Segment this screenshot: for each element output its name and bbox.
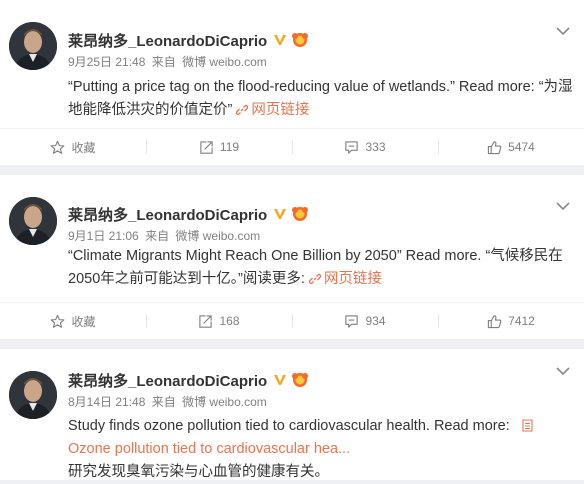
repost-count: 119 — [219, 140, 240, 154]
like-button[interactable]: 5474 — [438, 129, 584, 165]
post-text: “Putting a price tag on the flood-reduci… — [68, 76, 574, 122]
repost-button[interactable]: 119 — [146, 129, 292, 165]
member-badge-icon[interactable] — [291, 372, 309, 388]
repost-icon — [200, 140, 213, 154]
post-source[interactable]: 微博 weibo.com — [182, 55, 267, 69]
post-body-translation: 研究发现臭氧污染与心血管的健康有关。 — [68, 464, 329, 480]
comment-icon — [345, 314, 359, 328]
post-card: 莱昂纳多_LeonardoDiCaprio 9月25日 21:48 来自 微博 … — [0, 0, 584, 165]
post-text: “Climate Migrants Might Reach One Billio… — [68, 245, 574, 291]
web-link-label: 网页链接 — [323, 271, 382, 287]
document-link-icon — [522, 419, 533, 432]
comment-button[interactable]: 333 — [292, 129, 438, 165]
link-icon — [236, 104, 249, 116]
favorite-label: 收藏 — [71, 314, 96, 329]
post-text: Study finds ozone pollution tied to card… — [68, 415, 574, 484]
web-link[interactable]: 网页链接 — [236, 102, 309, 118]
web-link-label: 网页链接 — [251, 102, 310, 118]
verified-badge-icon — [274, 209, 287, 219]
member-badge-icon[interactable] — [291, 32, 309, 48]
member-badge-icon[interactable] — [291, 206, 309, 222]
action-bar: 收藏 168 934 7412 — [0, 303, 584, 339]
repost-icon — [199, 314, 213, 328]
comment-count: 333 — [365, 140, 386, 154]
favorite-button[interactable]: 收藏 — [0, 303, 146, 339]
from-label: 来自 — [145, 229, 170, 243]
from-label: 来自 — [151, 55, 176, 69]
favorite-label: 收藏 — [71, 140, 96, 155]
star-icon — [51, 140, 65, 154]
post-time[interactable]: 8月14日 21:48 — [68, 395, 145, 409]
link-icon — [308, 273, 321, 285]
comment-icon — [345, 140, 359, 154]
author-name[interactable]: 莱昂纳多_LeonardoDiCaprio — [68, 204, 267, 225]
post-card: 莱昂纳多_LeonardoDiCaprio 8月14日 21:48 来自 微博 … — [0, 349, 584, 480]
web-link[interactable]: 网页链接 — [308, 271, 382, 287]
favorite-button[interactable]: 收藏 — [0, 129, 146, 165]
avatar[interactable] — [9, 371, 57, 419]
author-name[interactable]: 莱昂纳多_LeonardoDiCaprio — [68, 30, 267, 51]
post-source[interactable]: 微博 weibo.com — [175, 229, 260, 243]
chevron-down-icon[interactable] — [556, 201, 570, 211]
verified-badge-icon — [274, 375, 287, 385]
chevron-down-icon[interactable] — [556, 26, 570, 36]
thumbs-up-icon — [487, 314, 502, 328]
repost-count: 168 — [219, 314, 240, 328]
star-icon — [51, 314, 65, 328]
post-time[interactable]: 9月1日 21:06 — [68, 229, 139, 243]
post-body: “Putting a price tag on the flood-reduci… — [68, 79, 573, 118]
action-bar: 收藏 119 333 5474 — [0, 129, 584, 165]
repost-button[interactable]: 168 — [146, 303, 292, 339]
comment-count: 934 — [365, 314, 386, 328]
verified-badge-icon — [274, 35, 287, 45]
web-link-label: Ozone pollution tied to cardiovascular h… — [68, 441, 351, 457]
author-name[interactable]: 莱昂纳多_LeonardoDiCaprio — [68, 370, 267, 391]
weibo-feed: 莱昂纳多_LeonardoDiCaprio 9月25日 21:48 来自 微博 … — [0, 0, 584, 480]
like-button[interactable]: 7412 — [438, 303, 584, 339]
from-label: 来自 — [151, 395, 176, 409]
post-source[interactable]: 微博 weibo.com — [182, 395, 267, 409]
post-time[interactable]: 9月25日 21:48 — [68, 55, 145, 69]
like-count: 7412 — [508, 314, 535, 328]
post-body: Study finds ozone pollution tied to card… — [68, 418, 510, 434]
chevron-down-icon[interactable] — [556, 366, 570, 376]
avatar[interactable] — [9, 22, 57, 70]
post-card: 莱昂纳多_LeonardoDiCaprio 9月1日 21:06 来自 微博 w… — [0, 175, 584, 339]
thumbs-up-icon — [487, 140, 502, 154]
comment-button[interactable]: 934 — [292, 303, 438, 339]
like-count: 5474 — [508, 140, 535, 154]
avatar[interactable] — [9, 197, 57, 245]
